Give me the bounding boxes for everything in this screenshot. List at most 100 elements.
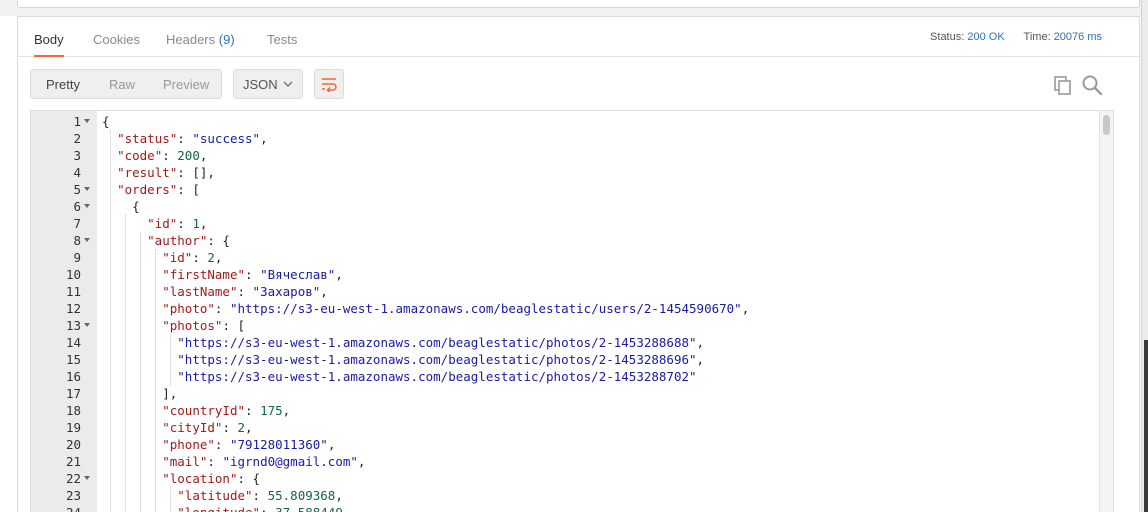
- code-line: "photo": "https://s3-eu-west-1.amazonaws…: [97, 300, 1099, 317]
- indent-guide: [169, 487, 171, 512]
- code-text: "firstName": "Вячеслав",: [162, 267, 343, 282]
- code-line: "latitude": 55.809368,: [97, 487, 1099, 504]
- code-line: "result": [],: [97, 164, 1099, 181]
- previous-panel-edge: [0, 0, 1148, 16]
- response-tabs: Body Cookies Headers (9) Tests Status: 2…: [18, 17, 1139, 57]
- search-icon[interactable]: [1081, 74, 1103, 96]
- line-number-row: 9: [31, 249, 97, 266]
- line-number: 19: [65, 420, 81, 435]
- code-text: {: [102, 199, 140, 214]
- line-number: 21: [65, 454, 81, 469]
- code-line: "author": {: [97, 232, 1099, 249]
- code-line: "orders": [: [97, 181, 1099, 198]
- line-number: 4: [73, 165, 81, 180]
- indent-guide: [154, 249, 156, 512]
- tab-headers[interactable]: Headers (9): [166, 17, 235, 57]
- line-number: 8: [73, 233, 81, 248]
- code-line: "id": 2,: [97, 249, 1099, 266]
- line-number: 12: [65, 301, 81, 316]
- indent-guide: [124, 215, 126, 512]
- code-text: "longitude": 37.588449: [102, 504, 343, 512]
- indent-guide: [109, 130, 111, 512]
- code-line: "code": 200,: [97, 147, 1099, 164]
- code-text: "https://s3-eu-west-1.amazonaws.com/beag…: [177, 352, 705, 367]
- line-number-row: 15: [31, 351, 97, 368]
- tab-body[interactable]: Body: [34, 17, 64, 57]
- line-number: 16: [65, 369, 81, 384]
- line-number: 20: [65, 437, 81, 452]
- status-label: Status:: [930, 31, 965, 43]
- indent-guide: [169, 334, 171, 385]
- line-number: 14: [65, 335, 81, 350]
- line-number: 2: [73, 131, 81, 146]
- fold-toggle-icon[interactable]: [84, 187, 90, 191]
- line-number-gutter: 123456789101112131415161718192021222324: [31, 111, 97, 512]
- view-preview-button[interactable]: Preview: [163, 70, 209, 98]
- code-text: "status": "success",: [117, 131, 268, 146]
- line-number-row: 1: [31, 113, 97, 130]
- line-number-row: 13: [31, 317, 97, 334]
- code-line: "status": "success",: [97, 130, 1099, 147]
- tab-cookies[interactable]: Cookies: [93, 17, 140, 57]
- format-select[interactable]: JSON: [233, 69, 303, 99]
- code-line: "firstName": "Вячеслав",: [97, 266, 1099, 283]
- line-number-row: 5: [31, 181, 97, 198]
- code-text: "location": {: [162, 471, 261, 486]
- response-toolbar: Pretty Raw Preview JSON: [18, 69, 1139, 99]
- line-number: 23: [65, 488, 81, 503]
- indent-guide: [139, 232, 141, 512]
- fold-toggle-icon[interactable]: [84, 204, 90, 208]
- code-text: "result": [],: [117, 165, 215, 180]
- code-line: "https://s3-eu-west-1.amazonaws.com/beag…: [97, 368, 1099, 385]
- copy-icon[interactable]: [1053, 75, 1073, 95]
- line-number: 7: [73, 216, 81, 231]
- line-number-row: 7: [31, 215, 97, 232]
- code-text: "id": 2,: [162, 250, 223, 265]
- tab-tests-label: Tests: [267, 32, 298, 47]
- code-line: "mail": "igrnd0@gmail.com",: [97, 453, 1099, 470]
- wrap-lines-icon: [322, 78, 337, 92]
- headers-count-badge: (9): [218, 32, 235, 47]
- line-number-row: 2: [31, 130, 97, 147]
- code-text: "https://s3-eu-west-1.amazonaws.com/beag…: [177, 369, 697, 384]
- tab-tests[interactable]: Tests: [267, 17, 297, 57]
- view-raw-button[interactable]: Raw: [109, 70, 135, 98]
- scrollbar-thumb[interactable]: [1103, 115, 1110, 135]
- code-line: {: [97, 113, 1099, 130]
- time-value: 20076 ms: [1053, 31, 1102, 43]
- vertical-scrollbar[interactable]: [1099, 111, 1113, 512]
- line-number-row: 17: [31, 385, 97, 402]
- line-number: 10: [65, 267, 81, 282]
- wrap-lines-button[interactable]: [314, 69, 344, 99]
- line-number: 15: [65, 352, 81, 367]
- view-mode-switch: Pretty Raw Preview: [30, 69, 222, 99]
- response-body-editor[interactable]: 123456789101112131415161718192021222324 …: [30, 110, 1114, 512]
- code-text: "id": 1,: [147, 216, 208, 231]
- code-area[interactable]: { "status": "success", "code": 200, "res…: [97, 111, 1099, 512]
- line-number: 3: [73, 148, 81, 163]
- fold-toggle-icon[interactable]: [84, 476, 90, 480]
- response-meta: Status: 200 OK Time: 20076 ms: [930, 31, 1102, 43]
- line-number: 17: [65, 386, 81, 401]
- line-number: 5: [73, 182, 81, 197]
- tab-cookies-label: Cookies: [93, 32, 140, 47]
- fold-toggle-icon[interactable]: [84, 238, 90, 242]
- line-number-row: 12: [31, 300, 97, 317]
- code-text: "author": {: [147, 233, 230, 248]
- line-number-row: 6: [31, 198, 97, 215]
- code-line: ],: [97, 385, 1099, 402]
- chevron-down-icon: [283, 81, 293, 88]
- code-line: "countryId": 175,: [97, 402, 1099, 419]
- code-text: "mail": "igrnd0@gmail.com",: [162, 454, 366, 469]
- code-text: "https://s3-eu-west-1.amazonaws.com/beag…: [177, 335, 705, 350]
- tab-headers-label: Headers: [166, 32, 216, 47]
- code-text: "phone": "79128011360",: [162, 437, 336, 452]
- view-pretty-button[interactable]: Pretty: [46, 70, 80, 98]
- line-number: 6: [73, 199, 81, 214]
- line-number-row: 10: [31, 266, 97, 283]
- fold-toggle-icon[interactable]: [84, 323, 90, 327]
- line-number-row: 23: [31, 487, 97, 504]
- fold-toggle-icon[interactable]: [84, 119, 90, 123]
- line-number-row: 4: [31, 164, 97, 181]
- code-line: "id": 1,: [97, 215, 1099, 232]
